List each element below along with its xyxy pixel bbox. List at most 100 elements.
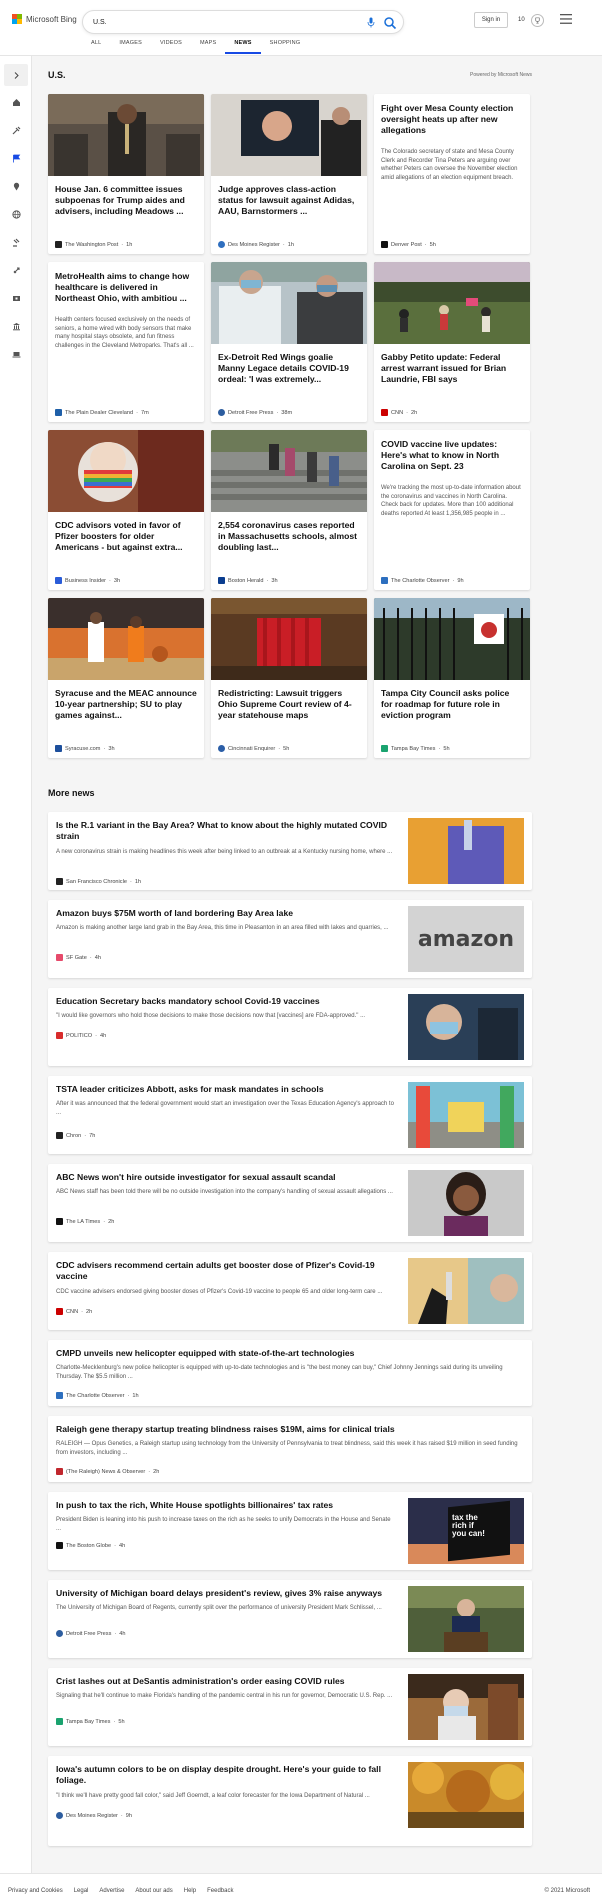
source-logo-icon [56, 878, 63, 885]
news-list-item[interactable]: In push to tax the rich, White House spo… [48, 1492, 532, 1570]
card-headline[interactable]: Fight over Mesa County election oversigh… [381, 103, 523, 136]
news-card[interactable]: CDC advisors voted in favor of Pfizer bo… [48, 430, 204, 590]
expand-sidebar-button[interactable] [4, 64, 28, 86]
footer-link-feedback[interactable]: Feedback [207, 1888, 233, 1894]
news-card[interactable]: MetroHealth aims to change how healthcar… [48, 262, 204, 422]
list-headline[interactable]: University of Michigan board delays pres… [56, 1588, 396, 1599]
card-headline[interactable]: Ex-Detroit Red Wings goalie Manny Legace… [218, 352, 360, 385]
sidebar-item-us[interactable] [8, 150, 24, 166]
list-headline[interactable]: In push to tax the rich, White House spo… [56, 1500, 396, 1511]
trophy-icon [530, 13, 544, 27]
list-headline[interactable]: Iowa's autumn colors to be on display de… [56, 1764, 396, 1786]
sidebar-item-science[interactable] [8, 262, 24, 278]
news-list-item[interactable]: CMPD unveils new helicopter equipped wit… [48, 1340, 532, 1406]
sidebar-item-entertainment[interactable] [8, 290, 24, 306]
source-logo-icon [56, 1468, 63, 1475]
news-card[interactable]: Gabby Petito update: Federal arrest warr… [374, 262, 530, 422]
list-headline[interactable]: CDC advisers recommend certain adults ge… [56, 1260, 396, 1282]
card-headline[interactable]: COVID vaccine live updates: Here's what … [381, 439, 523, 472]
news-list-item[interactable]: Raleigh gene therapy startup treating bl… [48, 1416, 532, 1482]
news-list-item[interactable]: CDC advisers recommend certain adults ge… [48, 1252, 532, 1330]
list-headline[interactable]: Crist lashes out at DeSantis administrat… [56, 1676, 396, 1687]
list-headline[interactable]: Raleigh gene therapy startup treating bl… [56, 1424, 518, 1435]
sidebar-item-politics[interactable] [8, 234, 24, 250]
footer-link-help[interactable]: Help [184, 1888, 196, 1894]
search-icon[interactable] [383, 16, 397, 30]
card-headline[interactable]: Gabby Petito update: Federal arrest warr… [381, 352, 523, 385]
list-snippet: "I think we'll have pretty good fall col… [56, 1793, 370, 1799]
source-logo-icon [56, 1308, 63, 1315]
list-snippet: Amazon is making another large land grab… [56, 925, 389, 931]
list-headline[interactable]: ABC News won't hire outside investigator… [56, 1172, 396, 1183]
list-snippet: RALEIGH — Opus Genetics, a Raleigh start… [56, 1441, 518, 1456]
news-card[interactable]: 2,554 coronavirus cases reported in Mass… [211, 430, 367, 590]
news-list-item[interactable]: Is the R.1 variant in the Bay Area? What… [48, 812, 532, 890]
tab-maps[interactable]: MAPS [191, 40, 225, 54]
tab-all[interactable]: ALL [82, 40, 110, 54]
card-headline[interactable]: CDC advisors voted in favor of Pfizer bo… [55, 520, 197, 553]
list-thumbnail [408, 1082, 524, 1148]
search-input[interactable] [91, 15, 351, 29]
list-headline[interactable]: Amazon buys $75M worth of land bordering… [56, 908, 396, 919]
card-headline[interactable]: Tampa City Council asks police for roadm… [381, 688, 523, 721]
list-source: CNN · 2h [56, 1308, 92, 1315]
sidebar-item-technology[interactable] [8, 346, 24, 362]
news-list-item[interactable]: TSTA leader criticizes Abbott, asks for … [48, 1076, 532, 1154]
sidebar-item-tools[interactable] [8, 122, 24, 138]
location-pin-icon [13, 182, 19, 190]
news-list-item[interactable]: Iowa's autumn colors to be on display de… [48, 1756, 532, 1846]
card-headline[interactable]: MetroHealth aims to change how healthcar… [55, 271, 197, 304]
tab-news[interactable]: NEWS [225, 40, 261, 54]
card-headline[interactable]: House Jan. 6 committee issues subpoenas … [55, 184, 197, 217]
list-headline[interactable]: CMPD unveils new helicopter equipped wit… [56, 1348, 518, 1359]
news-card[interactable]: Syracuse and the MEAC announce 10-year p… [48, 598, 204, 758]
news-card[interactable]: COVID vaccine live updates: Here's what … [374, 430, 530, 590]
news-card[interactable]: Redistricting: Lawsuit triggers Ohio Sup… [211, 598, 367, 758]
list-headline[interactable]: Education Secretary backs mandatory scho… [56, 996, 396, 1007]
news-list-item[interactable]: ABC News won't hire outside investigator… [48, 1164, 532, 1242]
news-list-item[interactable]: University of Michigan board delays pres… [48, 1580, 532, 1658]
bank-icon [12, 322, 20, 330]
news-card[interactable]: Tampa City Council asks police for roadm… [374, 598, 530, 758]
home-icon [12, 98, 20, 106]
tab-videos[interactable]: VIDEOS [151, 40, 191, 54]
list-snippet: Charlotte-Mecklenburg's new police helic… [56, 1365, 503, 1380]
list-headline[interactable]: TSTA leader criticizes Abbott, asks for … [56, 1084, 396, 1095]
footer-link-privacy[interactable]: Privacy and Cookies [8, 1888, 63, 1894]
footer-link-advertise[interactable]: Advertise [99, 1888, 124, 1894]
card-image [48, 94, 204, 176]
news-card[interactable]: Ex-Detroit Red Wings goalie Manny Legace… [211, 262, 367, 422]
news-list-item[interactable]: Education Secretary backs mandatory scho… [48, 988, 532, 1066]
amazon-logo-text: amazon [417, 926, 515, 952]
tab-shopping[interactable]: SHOPPING [261, 40, 310, 54]
news-list-item[interactable]: Crist lashes out at DeSantis administrat… [48, 1668, 532, 1746]
sidebar-item-money[interactable] [8, 318, 24, 334]
list-headline[interactable]: Is the R.1 variant in the Bay Area? What… [56, 820, 396, 842]
card-headline[interactable]: Judge approves class-action status for l… [218, 184, 360, 217]
card-headline[interactable]: Syracuse and the MEAC announce 10-year p… [55, 688, 197, 721]
news-card[interactable]: Judge approves class-action status for l… [211, 94, 367, 254]
tools-icon [12, 126, 20, 134]
bing-logo[interactable]: Microsoft Bing [12, 14, 77, 24]
card-headline[interactable]: 2,554 coronavirus cases reported in Mass… [218, 520, 360, 553]
sidebar-item-home[interactable] [8, 94, 24, 110]
news-card[interactable]: Fight over Mesa County election oversigh… [374, 94, 530, 254]
brand-name: Microsoft Bing [26, 14, 77, 24]
footer-link-legal[interactable]: Legal [74, 1888, 89, 1894]
footer-link-about-ads[interactable]: About our ads [135, 1888, 172, 1894]
sign-in-button[interactable]: Sign in [474, 12, 508, 28]
hamburger-menu-icon[interactable] [560, 14, 572, 24]
sidebar-item-local[interactable] [8, 178, 24, 194]
microphone-icon[interactable] [367, 17, 375, 28]
news-card[interactable]: House Jan. 6 committee issues subpoenas … [48, 94, 204, 254]
card-image [211, 94, 367, 176]
card-source: Des Moines Register · 1h [218, 241, 294, 248]
source-logo-icon [381, 745, 388, 752]
rewards-button[interactable]: 10 [518, 12, 544, 28]
list-source: The LA Times · 2h [56, 1218, 114, 1225]
card-headline[interactable]: Redistricting: Lawsuit triggers Ohio Sup… [218, 688, 360, 721]
film-icon [12, 295, 20, 301]
tab-images[interactable]: IMAGES [110, 40, 151, 54]
sidebar-item-world[interactable] [8, 206, 24, 222]
news-list-item[interactable]: Amazon buys $75M worth of land bordering… [48, 900, 532, 978]
